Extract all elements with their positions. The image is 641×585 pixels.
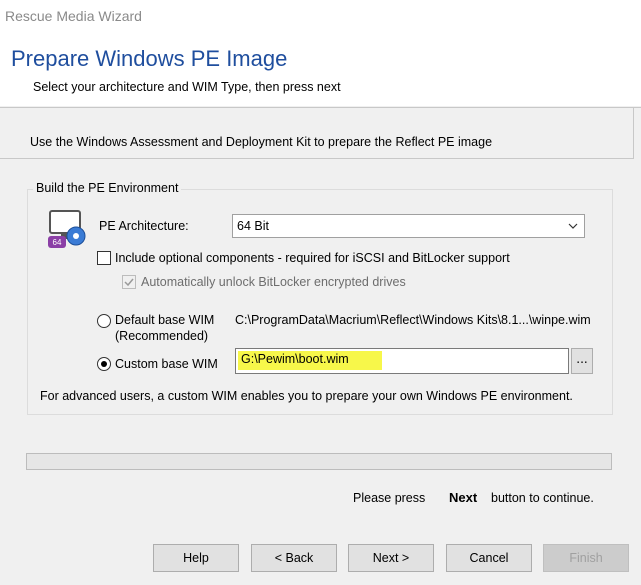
instruction-suffix: button to continue. (491, 491, 594, 505)
info-text: Use the Windows Assessment and Deploymen… (30, 135, 493, 149)
optional-components-label: Include optional components - required f… (115, 251, 510, 265)
instruction-prefix: Please press (353, 491, 426, 505)
instruction-keyword: Next (449, 490, 478, 505)
progress-bar (26, 453, 612, 470)
custom-wim-radio[interactable] (97, 357, 111, 371)
custom-wim-value: G:\Pewim\boot.wim (241, 352, 349, 366)
default-wim-recommended: (Recommended) (115, 329, 209, 343)
architecture-value: 64 Bit (237, 219, 269, 233)
help-button[interactable]: Help (153, 544, 239, 572)
info-divider (0, 158, 633, 159)
radio-selected-dot (101, 361, 107, 367)
footnote-text: For advanced users, a custom WIM enables… (40, 389, 573, 403)
back-button[interactable]: < Back (251, 544, 337, 572)
chevron-down-icon[interactable] (566, 219, 580, 233)
browse-button[interactable]: ... (571, 348, 593, 374)
checkmark-icon (124, 278, 134, 287)
bitlocker-label: Automatically unlock BitLocker encrypted… (141, 275, 406, 289)
windows-pe-icon: 64 (47, 209, 87, 249)
group-legend: Build the PE Environment (33, 181, 182, 195)
header-divider (0, 107, 641, 108)
cancel-button[interactable]: Cancel (446, 544, 532, 572)
architecture-select[interactable] (232, 214, 585, 238)
page-title: Prepare Windows PE Image (11, 46, 288, 71)
window-title: Rescue Media Wizard (5, 8, 142, 24)
finish-button[interactable]: Finish (543, 544, 629, 572)
default-wim-radio[interactable] (97, 314, 111, 328)
custom-wim-label: Custom base WIM (115, 357, 218, 371)
info-divider-edge (633, 108, 634, 159)
icon-badge-text: 64 (53, 238, 62, 247)
next-button[interactable]: Next > (348, 544, 434, 572)
bitlocker-checkbox[interactable] (122, 275, 136, 289)
architecture-label: PE Architecture: (99, 219, 189, 233)
optional-components-checkbox[interactable] (97, 251, 111, 265)
default-wim-path: C:\ProgramData\Macrium\Reflect\Windows K… (235, 313, 591, 327)
page-subtitle: Select your architecture and WIM Type, t… (33, 80, 341, 94)
default-wim-label: Default base WIM (115, 313, 215, 327)
